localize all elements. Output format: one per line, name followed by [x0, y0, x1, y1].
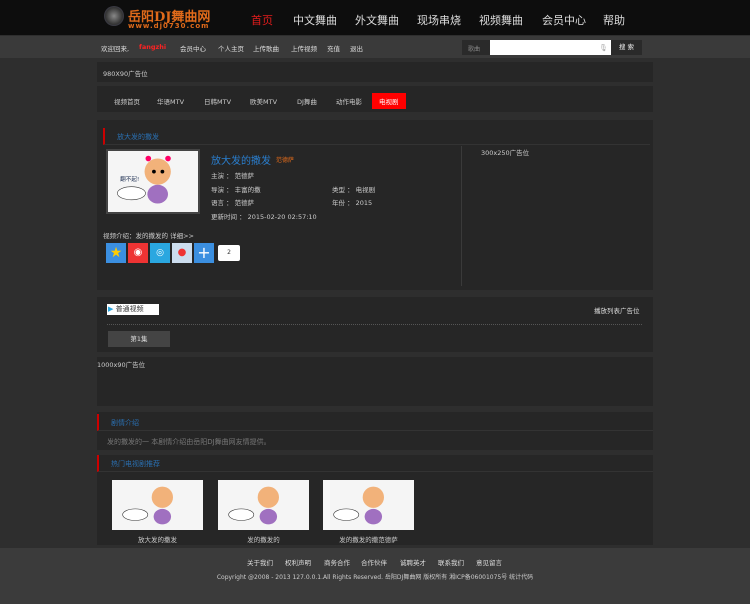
- footer-link[interactable]: 意见留言: [476, 557, 502, 567]
- category-item[interactable]: 欧美MTV: [250, 96, 277, 106]
- ad-label: 1000x90广告位: [97, 361, 146, 369]
- footer-link[interactable]: 关于我们: [247, 557, 273, 567]
- synopsis-text: 发的撒发的一 本剧情介绍由岳阳DJ舞曲网友情提供。: [107, 438, 271, 446]
- ad-banner-top: 980X90广告位: [97, 62, 653, 82]
- divider: [107, 324, 642, 325]
- video-title: 放大发的撒发: [211, 156, 271, 167]
- link-home[interactable]: 个人主页: [218, 43, 244, 53]
- field-language: 语言 ： 范德萨: [211, 199, 255, 207]
- field-actor: 主演 ： 范德萨: [211, 172, 255, 180]
- username[interactable]: fangzhi: [139, 43, 166, 51]
- nav-help[interactable]: 帮助: [603, 12, 625, 28]
- link-member[interactable]: 会员中心: [180, 43, 206, 53]
- nav-live[interactable]: 现场串烧: [417, 12, 461, 28]
- category-item[interactable]: DJ舞曲: [297, 96, 317, 106]
- hot-title: 热门电视剧推荐: [97, 455, 653, 472]
- link-upload-song[interactable]: 上传歌曲: [253, 43, 279, 53]
- link-recharge[interactable]: 充值: [327, 43, 340, 53]
- hot-item-title[interactable]: 发的撒发的撒范德萨: [323, 534, 414, 544]
- footer-link[interactable]: 权利声明: [285, 557, 311, 567]
- episode-button[interactable]: 第1集: [108, 331, 170, 347]
- share-count: 2: [218, 245, 240, 261]
- video-tag: 范德萨: [276, 157, 295, 164]
- microphone-icon[interactable]: 🎙: [599, 44, 608, 52]
- category-item[interactable]: 华语MTV: [157, 96, 184, 106]
- search-input[interactable]: [490, 40, 611, 55]
- field-updated: 更新时间 ： 2015-02-20 02:57:10: [211, 213, 317, 221]
- category-item-active[interactable]: 电视剧: [372, 93, 406, 109]
- footer-link[interactable]: 诚聘英才: [400, 557, 426, 567]
- nav-video[interactable]: 视频舞曲: [479, 12, 523, 28]
- welcome-text: 欢迎回来,: [101, 45, 130, 53]
- hot-item-image[interactable]: [323, 480, 414, 530]
- search-category-label: 歌曲: [468, 46, 481, 53]
- section-title: 放大发的撒发: [103, 128, 650, 145]
- category-item[interactable]: 动作电影: [336, 96, 362, 106]
- synopsis-title: 剧情介绍: [97, 414, 653, 431]
- category-item[interactable]: 日韩MTV: [204, 96, 231, 106]
- ad-label: 980X90广告位: [103, 70, 148, 78]
- footer-link[interactable]: 联系我们: [438, 557, 464, 567]
- hot-item-image[interactable]: [218, 480, 309, 530]
- field-type: 类型 ： 电视剧: [332, 186, 376, 194]
- field-year: 年份 ： 2015: [332, 199, 373, 207]
- hot-item-title[interactable]: 放大发的撒发: [112, 534, 203, 544]
- link-logout[interactable]: 退出: [350, 43, 363, 53]
- search-button[interactable]: 搜 索: [611, 40, 642, 55]
- playlist-ad: 播放列表广告位: [594, 307, 640, 315]
- field-director: 导演 ： 丰富的撒: [211, 186, 261, 194]
- tencent-weibo-icon[interactable]: ●: [172, 243, 192, 263]
- play-source-label: ▶ 普通视频: [107, 304, 159, 315]
- share-more-icon[interactable]: +: [194, 243, 214, 263]
- copyright: Copyright @2008 - 2013 127.0.0.1.All Rig…: [216, 574, 534, 581]
- favorite-star-icon[interactable]: ★: [106, 243, 126, 263]
- footer-link[interactable]: 合作伙伴: [361, 557, 387, 567]
- svg-text:翻不起!: 翻不起!: [120, 175, 139, 183]
- logo[interactable]: 岳阳DJ舞曲网 www.dj0730.com: [104, 4, 229, 31]
- nav-member[interactable]: 会员中心: [542, 12, 586, 28]
- video-intro[interactable]: 视频介绍：发的撒发的 详细>>: [103, 230, 194, 240]
- poster-image[interactable]: 翻不起!: [106, 149, 200, 214]
- divider: [461, 146, 462, 286]
- ad-banner-mid: 1000x90广告位: [97, 357, 653, 406]
- logo-url: www.dj0730.com: [128, 22, 210, 30]
- logo-disc-icon: [104, 6, 124, 26]
- link-upload-video[interactable]: 上传视频: [291, 43, 317, 53]
- play-icon: ▶: [108, 305, 114, 313]
- footer-link[interactable]: 商务合作: [324, 557, 350, 567]
- ad-side: 300x250广告位: [481, 149, 530, 157]
- category-item[interactable]: 视频首页: [114, 96, 140, 106]
- qzone-icon[interactable]: ◎: [150, 243, 170, 263]
- nav-chinese[interactable]: 中文舞曲: [293, 12, 337, 28]
- hot-item-title[interactable]: 发的撒发的: [218, 534, 309, 544]
- nav-foreign[interactable]: 外文舞曲: [355, 12, 399, 28]
- nav-home[interactable]: 首页: [251, 12, 273, 28]
- weibo-icon[interactable]: ◉: [128, 243, 148, 263]
- hot-item-image[interactable]: [112, 480, 203, 530]
